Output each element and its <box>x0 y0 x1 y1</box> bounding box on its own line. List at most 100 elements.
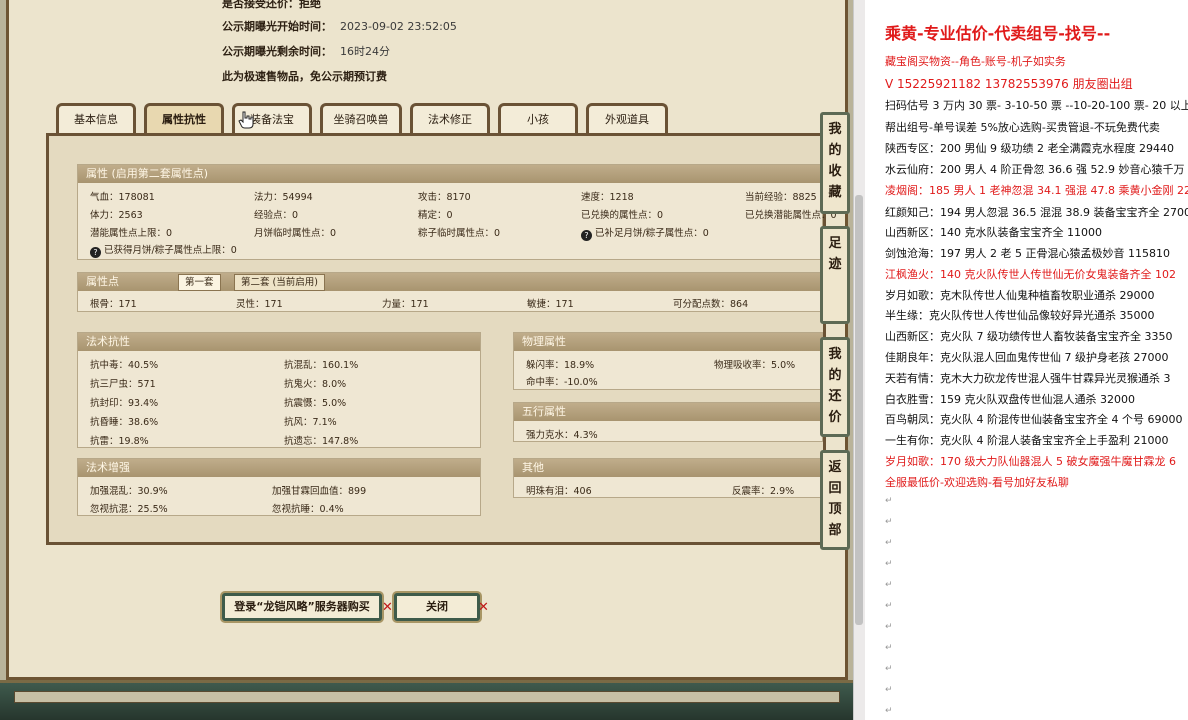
five-elements-header: 五行属性 <box>514 403 822 421</box>
stat-mooncake-temp: 月饼临时属性点：0 <box>254 228 337 239</box>
points-box: 属性点 第一套 第二套 (当前启用) 根骨：171 灵性：171 力量：171 … <box>77 272 823 312</box>
boost-rain-heal: 加强甘霖回血值：899 <box>272 486 367 497</box>
tab-points-set-2[interactable]: 第二套 (当前启用) <box>234 274 325 291</box>
spell-boost-header: 法术增强 <box>78 459 480 477</box>
ad-line: 水云仙府：200 男人 4 阶正骨忽 36.6 强 52.9 妙音心猿千万 <box>885 163 1185 176</box>
stat-exp: 当前经验：8825 <box>745 192 817 203</box>
ignore-anti-sleep: 忽视抗睡：0.4% <box>272 504 344 515</box>
help-icon[interactable]: ? <box>90 247 101 258</box>
spell-boost-box: 法术增强 加强混乱：30.9% 加强甘霖回血值：899 忽视抗混：25.5% 忽… <box>77 458 481 516</box>
attributes-panel: 属性 (启用第二套属性点) 气血：178081 法力：54994 攻击：8170… <box>46 133 837 545</box>
counter-offer-info: 是否接受还价：拒绝 <box>222 0 321 10</box>
spell-resistance-header: 法术抗性 <box>78 333 480 351</box>
spell-resistance-box: 法术抗性 抗中毒：40.5% 抗混乱：160.1% 抗三尸虫：571 抗鬼火：8… <box>77 332 481 448</box>
tab-child[interactable]: 小孩 <box>498 103 578 133</box>
scrollbar-thumb[interactable] <box>855 195 863 625</box>
tab-attributes-resistance[interactable]: 属性抗性 <box>144 103 224 133</box>
ad-title: 乘黄-专业估价-代卖组号-找号-- <box>885 24 1111 43</box>
five-elements-box: 五行属性 强力克水：4.3% <box>513 402 823 442</box>
tab-mounts-pets[interactable]: 坐骑召唤兽 <box>320 103 402 133</box>
ad-line: 百鸟朝凤：克火队 4 阶混传世仙装备宝宝齐全 4 个号 69000 <box>885 413 1183 426</box>
ad-document-panel: 乘黄-专业估价-代卖组号-找号-- 藏宝阁买物资--角色-账号-机子如实务 V … <box>865 0 1188 720</box>
ad-line: 一生有你：克火队 4 阶混人装备宝宝齐全上手盈利 21000 <box>885 434 1169 447</box>
ad-line: 山西新区：140 克水队装备宝宝齐全 11000 <box>885 226 1102 239</box>
close-x-icon: ✕ <box>382 600 393 615</box>
close-x-icon: ✕ <box>478 600 489 615</box>
ad-line: 半生缘：克火队传世人传世仙品像较好异光通杀 35000 <box>885 309 1155 322</box>
resist-shock: 抗震慑：5.0% <box>284 398 347 409</box>
stat-mp: 法力：54994 <box>254 192 313 203</box>
stat-hp: 气血：178081 <box>90 192 155 203</box>
side-my-favorites[interactable]: 我的收藏 <box>820 112 850 214</box>
ad-line: 全服最低价-欢迎选购-看号加好友私聊 <box>885 476 1069 489</box>
ad-line: 岁月如歌：170 级大力队仙器混人 5 破女魔强牛魔甘霖龙 6 <box>885 455 1176 468</box>
stat-focus: 精定：0 <box>418 210 453 221</box>
ad-line: 江枫渔火：140 克火队传世人传世仙无价女鬼装备齐全 102 <box>885 268 1176 281</box>
boost-chaos: 加强混乱：30.9% <box>90 486 168 497</box>
stat-exchanged-points: 已兑换的属性点：0 <box>581 210 664 221</box>
ad-line: 帮出组号-单号误差 5%放心选购-买贵管退-不玩免费代卖 <box>885 121 1160 134</box>
stat-supplemented: ? 已补足月饼/粽子属性点：0 <box>581 225 709 241</box>
stat-attack: 攻击：8170 <box>418 192 471 203</box>
point-spirit: 灵性：171 <box>236 299 283 310</box>
ad-line: 佳期良年：克火队混人回血鬼传世仙 7 级护身老孩 27000 <box>885 351 1169 364</box>
resist-corpse-worm: 抗三尸虫：571 <box>90 379 156 390</box>
fast-sale-notice: 此为极速售物品，免公示期预订费 <box>222 70 387 83</box>
tab-basic-info[interactable]: 基本信息 <box>56 103 136 133</box>
other-box: 其他 明珠有泪：406 反震率：2.9% <box>513 458 823 498</box>
exposure-start: 公示期曝光开始时间： 2023-09-02 23:52:05 <box>222 20 457 33</box>
game-window: 是否接受还价：拒绝 公示期曝光开始时间： 2023-09-02 23:52:05 … <box>0 0 853 720</box>
tab-points-set-1[interactable]: 第一套 <box>178 274 221 291</box>
paragraph-mark-icon: ↵ <box>885 643 893 653</box>
side-footprints[interactable]: 足迹 <box>820 226 850 324</box>
point-agility: 敏捷：171 <box>527 299 574 310</box>
tab-appearance[interactable]: 外观道具 <box>586 103 668 133</box>
exposure-remaining: 公示期曝光剩余时间： 16时24分 <box>222 45 390 58</box>
hand-cursor-icon <box>238 111 254 129</box>
resist-thunder: 抗雷：19.8% <box>90 436 149 447</box>
phys-hit: 命中率：-10.0% <box>526 377 598 388</box>
stat-speed: 速度：1218 <box>581 192 634 203</box>
side-back-to-top[interactable]: 返回顶部 <box>820 450 850 550</box>
point-unassigned: 可分配点数：864 <box>673 299 749 310</box>
tab-spell-correction[interactable]: 法术修正 <box>410 103 490 133</box>
paragraph-mark-icon: ↵ <box>885 706 893 716</box>
phys-absorb: 物理吸收率：5.0% <box>714 360 796 371</box>
attributes-box: 属性 (启用第二套属性点) 气血：178081 法力：54994 攻击：8170… <box>77 164 837 260</box>
stat-stamina: 体力：2563 <box>90 210 143 221</box>
ad-line: 凌烟阁：185 男人 1 老神忽混 34.1 强混 47.8 乘黄小金刚 22 <box>885 184 1188 197</box>
stat-potential-limit: 潜能属性点上限：0 <box>90 228 173 239</box>
stat-zongzi-temp: 粽子临时属性点：0 <box>418 228 501 239</box>
phys-dodge: 躲闪率：18.9% <box>526 360 595 371</box>
ad-line: 白衣胜雪：159 克火队双盘传世仙混人通杀 32000 <box>885 393 1135 406</box>
login-buy-button[interactable]: 登录“龙铠风略”服务器购买 <box>222 593 382 621</box>
paragraph-mark-icon: ↵ <box>885 664 893 674</box>
resist-forget: 抗遗忘：147.8% <box>284 436 359 447</box>
ad-line: V 15225921182 13782553976 朋友圈出组 <box>885 77 1133 91</box>
paragraph-mark-icon: ↵ <box>885 580 893 590</box>
resist-ghost-fire: 抗鬼火：8.0% <box>284 379 347 390</box>
ad-line: 红颜知己：194 男人忽混 36.5 混混 38.9 装备宝宝齐全 2700 <box>885 206 1188 219</box>
paragraph-mark-icon: ↵ <box>885 559 893 569</box>
ad-line: 藏宝阁买物资--角色-账号-机子如实务 <box>885 55 1066 68</box>
point-constitution: 根骨：171 <box>90 299 137 310</box>
resist-poison: 抗中毒：40.5% <box>90 360 159 371</box>
close-button[interactable]: 关闭 <box>394 593 480 621</box>
stat-exp-points: 经验点：0 <box>254 210 299 221</box>
element-water: 强力克水：4.3% <box>526 430 598 441</box>
paragraph-mark-icon: ↵ <box>885 517 893 527</box>
help-icon[interactable]: ? <box>581 230 592 241</box>
side-my-offers[interactable]: 我的还价 <box>820 337 850 437</box>
other-counter-rate: 反震率：2.9% <box>732 486 795 497</box>
resist-sleep: 抗昏睡：38.6% <box>90 417 159 428</box>
ignore-anti-chaos: 忽视抗混：25.5% <box>90 504 168 515</box>
other-pearl-tears: 明珠有泪：406 <box>526 486 592 497</box>
attributes-header: 属性 (启用第二套属性点) <box>78 165 822 183</box>
resist-wind: 抗风：7.1% <box>284 417 337 428</box>
stat-obtained-limit: ? 已获得月饼/粽子属性点上限：0 <box>90 242 237 258</box>
paragraph-mark-icon: ↵ <box>885 538 893 548</box>
resist-chaos: 抗混乱：160.1% <box>284 360 359 371</box>
point-strength: 力量：171 <box>382 299 429 310</box>
window-bottom-frame <box>0 680 853 720</box>
physical-box: 物理属性 躲闪率：18.9% 物理吸收率：5.0% 命中率：-10.0% <box>513 332 823 390</box>
